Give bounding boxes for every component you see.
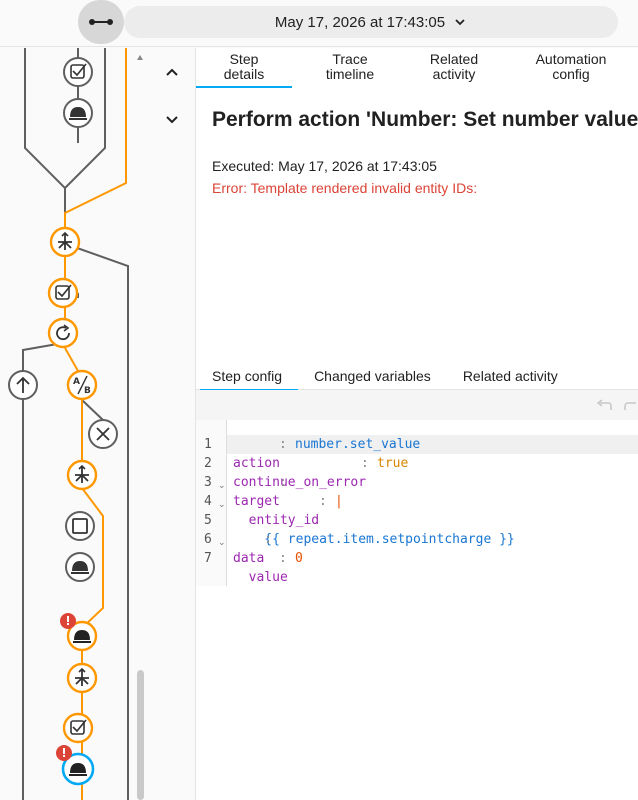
line-number: 2 [204,456,212,471]
graph-node-up[interactable] [8,370,38,400]
yaml-value: 0 [295,551,303,566]
trace-graph-canvas: A B [8,48,143,800]
previous-step-button[interactable] [158,58,186,86]
tab-step-details[interactable]: Step details [196,48,292,88]
yaml-separator: : [264,532,272,547]
graph-node-condition-bottom[interactable] [62,712,94,744]
step-error-message: Error: Template rendered invalid entity … [212,180,478,196]
yaml-separator: : [279,475,287,490]
tab-related-activity[interactable]: Related activity [402,48,506,88]
editor-toolbar [196,390,638,420]
yaml-separator: : [319,494,335,509]
code-line: data [227,530,290,566]
yaml-value: true [377,456,409,471]
line-number: 7 [204,551,212,566]
detail-tabs: Step details Trace timeline Related activit… [196,48,638,88]
yaml-separator: : [279,437,295,452]
trace-detail-panel: Step details Trace timeline Related activit… [196,48,638,800]
graph-scrollbar-thumb[interactable] [137,670,144,800]
line-number: 6 [204,532,212,547]
subtab-step-config[interactable]: Step config [196,366,299,391]
graph-node-condition-top[interactable] [63,57,93,87]
yaml-value: | [335,494,343,509]
code-content[interactable]: action continue_on_error target entity_i… [226,420,638,586]
step-executed-time: Executed: May 17, 2026 at 17:43:05 [212,158,437,174]
error-badge-icon [56,745,72,761]
next-step-button[interactable] [158,106,186,134]
chevron-up-icon [166,68,178,76]
fold-chevron-icon[interactable]: ⌄ [218,499,226,510]
graph-node-ab[interactable]: A B [66,369,98,401]
yaml-separator: : [279,551,295,566]
undo-icon[interactable] [596,399,612,411]
collapse-horizontal-icon [89,19,113,25]
graph-node-repeat[interactable] [47,317,79,349]
scroll-up-icon[interactable] [137,55,143,60]
fold-chevron-icon[interactable]: ⌄ [218,537,226,548]
svg-text:B: B [84,386,91,396]
graph-node-choose-3[interactable] [66,662,98,694]
step-subtabs: Step config Changed variables Related ac… [196,366,638,391]
graph-node-action-mid[interactable] [65,552,95,582]
line-number: 1 [204,437,212,452]
code-line: entity_id [227,492,319,528]
trace-graph: A B [0,48,196,800]
redo-icon[interactable] [624,399,638,411]
subtab-related-activity[interactable]: Related activity [447,366,574,390]
svg-text:A: A [73,377,80,387]
collapse-button[interactable] [78,0,124,44]
step-title: Perform action 'Number: Set number value… [212,108,638,131]
code-editor[interactable]: 1 2 3 4 5 6 7 ⌄ ⌄ ⌄ action continue_on_e… [196,420,638,586]
tab-trace-timeline[interactable]: Trace timeline [298,48,402,88]
yaml-key: value [233,570,288,585]
graph-node-choose[interactable] [49,226,81,258]
run-date-selector[interactable]: May 17, 2026 at 17:43:05 [124,6,618,38]
chevron-down-icon [166,116,178,124]
graph-node-choose-2[interactable] [66,459,98,491]
subtab-changed-variables[interactable]: Changed variables [298,366,447,390]
line-number: 5 [204,513,212,528]
tab-automation-config[interactable]: Automation config [506,48,636,88]
graph-node-action-top[interactable] [63,98,93,128]
error-badge-icon [60,613,76,629]
yaml-separator: : [361,456,377,471]
line-number: 3 [204,475,212,490]
code-line: continue_on_error [227,454,366,490]
fold-chevron-icon[interactable]: ⌄ [218,480,226,491]
graph-node-square[interactable] [65,511,95,541]
chevron-down-icon [453,15,467,29]
code-line: {{ repeat.item.setpointcharge }} [227,511,514,547]
run-date-label: May 17, 2026 at 17:43:05 [274,13,446,31]
graph-node-stop[interactable] [88,419,118,449]
yaml-value: number.set_value [295,437,421,452]
line-number: 4 [204,494,212,509]
top-bar: May 17, 2026 at 17:43:05 [0,0,638,47]
graph-node-condition[interactable] [47,277,79,309]
